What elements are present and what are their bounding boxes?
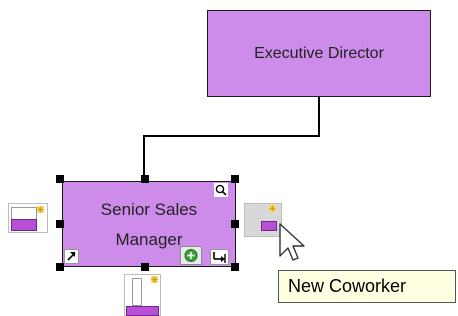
org-box-executive-director[interactable]: Executive Director — [207, 10, 431, 97]
resize-handle-top[interactable] — [141, 175, 149, 183]
mouse-cursor-icon — [278, 222, 306, 269]
resize-handle-bottom-left[interactable] — [56, 263, 64, 271]
connector-line-horizontal — [143, 135, 320, 137]
add-peer-left-icon[interactable] — [8, 203, 48, 233]
resize-handle-bottom[interactable] — [141, 263, 149, 271]
org-box-label-line1: Senior Sales — [100, 200, 198, 219]
expand-icon[interactable] — [210, 249, 229, 265]
resize-handle-top-right[interactable] — [231, 175, 239, 183]
magnifier-icon[interactable] — [214, 183, 228, 197]
add-coworker-icon[interactable] — [244, 203, 282, 237]
tooltip: New Coworker — [278, 270, 456, 303]
add-subordinate-icon[interactable] — [124, 274, 161, 316]
resize-handle-bottom-right[interactable] — [231, 263, 239, 271]
connector-icon[interactable] — [180, 246, 202, 265]
resize-arrow-icon[interactable] — [64, 249, 79, 264]
org-box-label: Executive Director — [254, 44, 384, 62]
resize-handle-top-left[interactable] — [56, 175, 64, 183]
tooltip-text: New Coworker — [288, 276, 407, 296]
connector-line-vertical-top — [318, 97, 320, 137]
resize-handle-right[interactable] — [231, 220, 239, 228]
resize-handle-left[interactable] — [56, 220, 64, 228]
